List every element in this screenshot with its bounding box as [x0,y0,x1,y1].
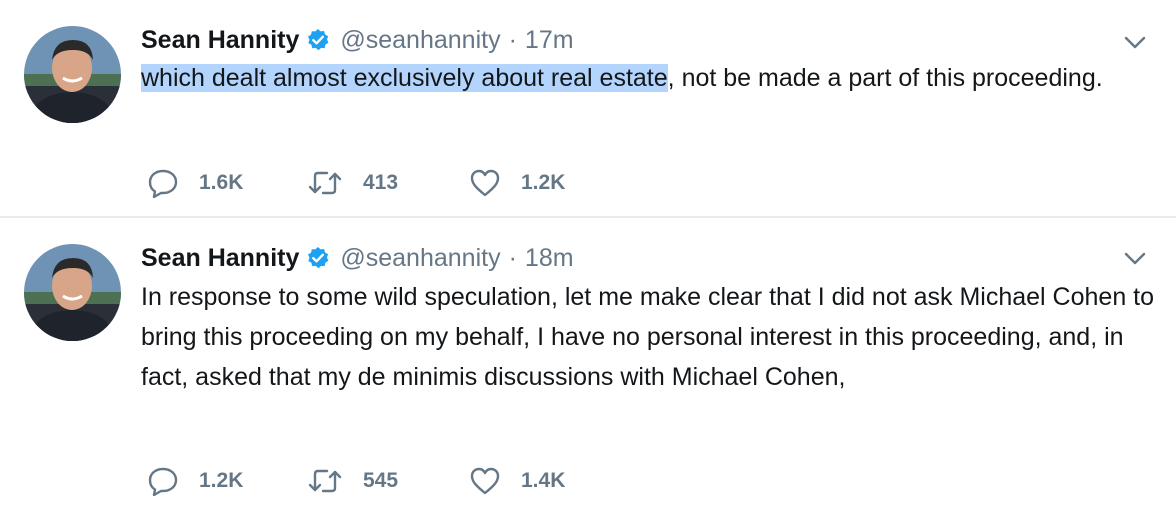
reply-icon [148,169,178,198]
reply-count: 1.6K [199,171,244,194]
retweet-count: 413 [363,171,399,194]
verified-badge-icon [306,28,330,52]
reply-icon [148,467,178,496]
retweet-button[interactable]: 413 [307,168,469,198]
timestamp[interactable]: 18m [525,244,574,273]
retweet-button[interactable]: 545 [307,466,469,496]
chevron-down-icon[interactable] [1124,252,1146,266]
like-button[interactable]: 1.4K [469,466,565,496]
avatar-photo [24,26,121,123]
tweet-header: Sean Hannity @seanhannity · 17m [141,22,574,58]
verified-badge-icon [306,246,330,270]
handle[interactable]: @seanhannity [340,26,500,55]
like-count: 1.2K [521,171,566,194]
timestamp[interactable]: 17m [525,26,574,55]
tweet[interactable]: Sean Hannity @seanhannity · 18m In respo… [0,220,1176,518]
avatar-photo [24,244,121,341]
like-button[interactable]: 1.2K [469,168,565,198]
tweet-feed: Sean Hannity @seanhannity · 17m which de… [0,0,1176,518]
tweet-text: In response to some wild speculation, le… [141,283,1155,391]
separator: · [508,243,517,272]
retweet-icon [308,171,342,195]
retweet-icon [308,469,342,493]
tweet-actions: 1.2K 545 1.4K [147,466,565,496]
avatar[interactable] [24,244,121,341]
tweet[interactable]: Sean Hannity @seanhannity · 17m which de… [0,0,1176,218]
heart-icon [470,169,500,197]
display-name[interactable]: Sean Hannity [141,244,299,273]
display-name[interactable]: Sean Hannity [141,26,299,55]
chevron-down-icon[interactable] [1124,36,1146,50]
handle[interactable]: @seanhannity [340,244,500,273]
separator: · [508,25,517,54]
tweet-text-rest: , not be made a part of this proceeding. [667,64,1103,92]
like-count: 1.4K [521,469,566,492]
retweet-count: 545 [363,469,399,492]
reply-button[interactable]: 1.2K [147,466,307,496]
selected-text: which dealt almost exclusively about rea… [141,64,668,92]
reply-count: 1.2K [199,469,244,492]
tweet-actions: 1.6K 413 1.2K [147,168,565,198]
tweet-text: which dealt almost exclusively about rea… [141,58,1161,98]
avatar[interactable] [24,26,121,123]
tweet-header: Sean Hannity @seanhannity · 18m [141,240,574,276]
reply-button[interactable]: 1.6K [147,168,307,198]
heart-icon [470,467,500,495]
